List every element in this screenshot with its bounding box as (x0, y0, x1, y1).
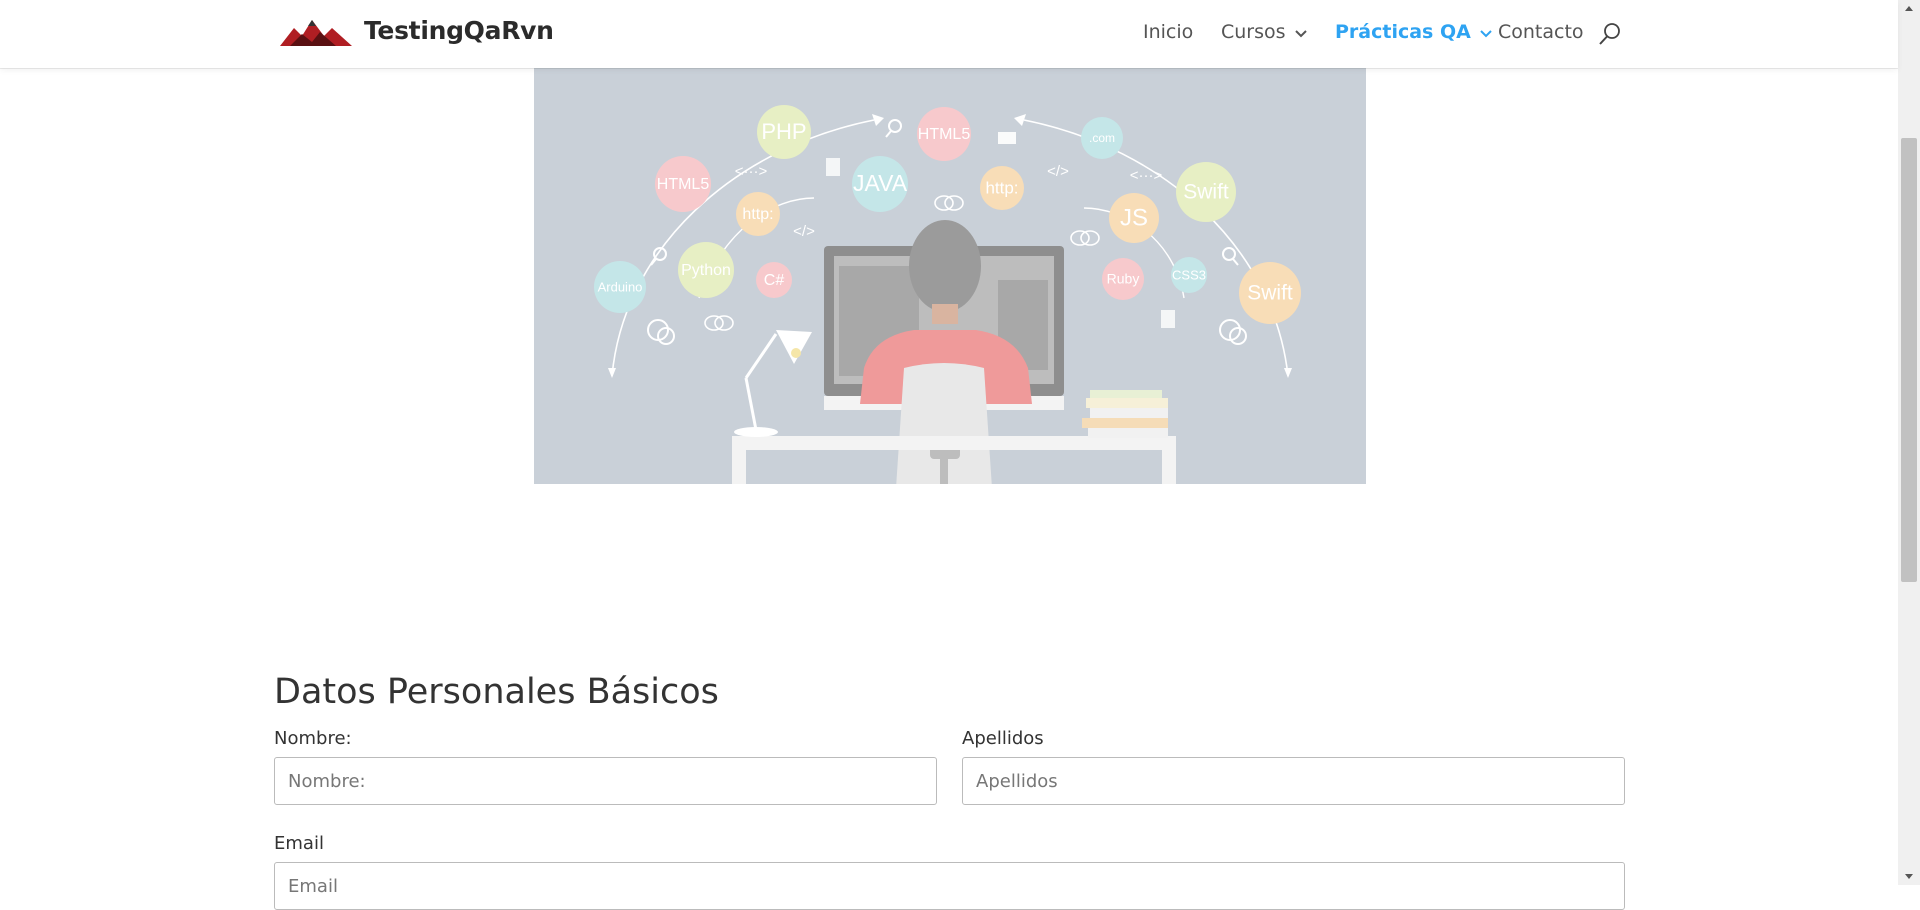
nav-item-cursos[interactable]: Cursos (1221, 21, 1307, 43)
scroll-thumb[interactable] (1901, 138, 1917, 582)
language-bubble-label: Ruby (1107, 271, 1140, 287)
language-bubble-label: Swift (1183, 181, 1229, 204)
site-logo[interactable]: TestingQaRvn (280, 14, 554, 46)
code-mark: </> (793, 223, 815, 240)
language-bubble-label: PHP (761, 119, 806, 144)
site-header: TestingQaRvn Inicio Cursos Prácticas QA … (0, 0, 1898, 68)
email-label: Email (274, 833, 324, 854)
language-bubble-label: Python (681, 262, 731, 279)
nombre-input[interactable] (274, 757, 937, 805)
nav-label: Cursos (1221, 21, 1286, 43)
search-icon[interactable] (1598, 22, 1622, 50)
nav-label: Inicio (1143, 21, 1194, 43)
language-bubble-label: http: (985, 178, 1018, 197)
language-bubble-label: JS (1120, 204, 1148, 231)
language-bubble-label: HTML5 (657, 176, 710, 193)
email-input[interactable] (274, 862, 1625, 910)
language-bubble-label: C# (764, 272, 785, 289)
nav-label: Contacto (1498, 21, 1584, 43)
nombre-label: Nombre: (274, 728, 352, 749)
language-bubble-label: CSS3 (1172, 267, 1206, 282)
code-mark: </> (1047, 163, 1069, 180)
mountain-logo-icon (280, 20, 352, 46)
code-mark: <···> (735, 163, 768, 180)
language-bubble-label: .com (1089, 131, 1115, 145)
nav-item-practicas-qa[interactable]: Prácticas QA (1335, 21, 1492, 43)
language-bubble-label: JAVA (853, 170, 908, 196)
scroll-down-arrow-icon[interactable] (1898, 867, 1920, 885)
language-bubble-label: http: (742, 206, 773, 223)
chevron-down-icon (1294, 21, 1307, 43)
code-mark: <···> (1130, 167, 1163, 184)
programming-languages-illustration: PHP HTML5 .com HTML5 JAVA http: Swift http: JS Ar… (594, 105, 1301, 484)
nav-label: Prácticas QA (1335, 21, 1471, 43)
scroll-up-arrow-icon[interactable] (1898, 0, 1920, 18)
apellidos-input[interactable] (962, 757, 1625, 805)
section-title: Datos Personales Básicos (274, 672, 719, 712)
apellidos-label: Apellidos (962, 728, 1044, 749)
language-bubble-label: Arduino (598, 279, 643, 294)
brand-name: TestingQaRvn (364, 15, 554, 45)
page-scrollbar[interactable] (1898, 0, 1920, 885)
language-bubble-label: HTML5 (918, 126, 971, 143)
chevron-down-icon (1480, 21, 1492, 43)
nav-item-contacto[interactable]: Contacto (1498, 21, 1584, 43)
language-bubble-label: Swift (1247, 282, 1293, 305)
hero-illustration: PHP HTML5 .com HTML5 JAVA http: Swift http: JS Ar… (534, 68, 1366, 484)
nav-item-inicio[interactable]: Inicio (1143, 21, 1193, 43)
